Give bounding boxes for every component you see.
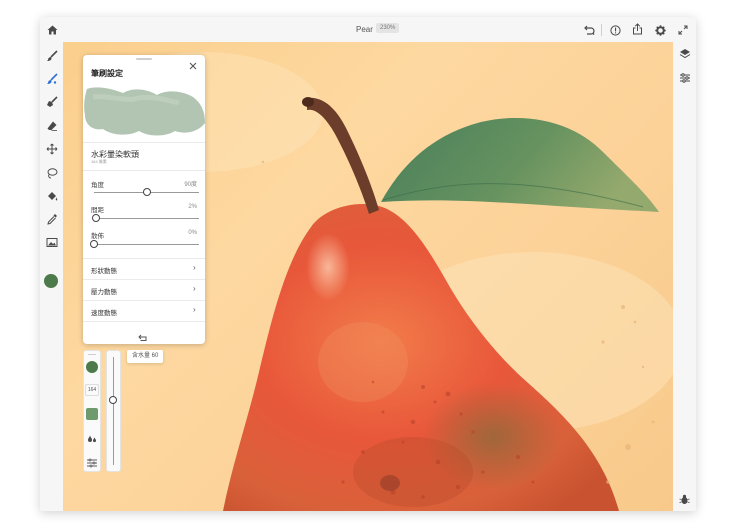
brush-settings-panel: 筆刷設定 水彩暈染軟頭 164 像素 角度 90度 間距 2% 散佈 0% 形狀… [83,55,205,344]
layers-icon[interactable] [673,45,696,63]
app-window: Pear 230% 筆刷設定 水彩暈染軟頭 164 像素 角度 90度 間距 2… [40,17,696,511]
paint-brush-tool-icon[interactable] [40,47,63,65]
scatter-value: 0% [188,230,197,236]
bug-report-icon[interactable] [673,490,696,508]
divider [83,258,205,259]
scatter-slider-knob[interactable] [90,240,98,248]
divider [83,279,205,280]
brush-stroke-preview [83,83,205,141]
share-icon[interactable] [630,22,644,36]
brush-size-label: 164 像素 [91,159,107,164]
scatter-slider[interactable] [94,244,199,245]
angle-value: 90度 [184,182,197,188]
transform-tool-icon[interactable] [40,140,63,158]
spacing-slider-knob[interactable] [92,214,101,222]
reset-icon[interactable] [138,329,148,347]
lasso-tool-icon[interactable] [40,164,63,182]
divider [83,321,205,322]
panel-drag-handle[interactable] [136,58,152,60]
watercolor-brush-tool-icon[interactable] [40,70,63,88]
divider [83,300,205,301]
slider-track [113,357,114,465]
fullscreen-icon[interactable] [676,23,690,37]
chevron-right-icon: › [193,263,196,272]
shape-dynamics-item[interactable]: 形狀動態 [91,265,117,275]
undo-icon[interactable] [582,23,596,37]
divider [83,170,205,171]
angle-label: 角度 [91,182,104,189]
water-slider-knob[interactable] [109,396,117,405]
eyedropper-tool-icon[interactable] [40,210,63,228]
water-amount-tooltip: 含水量 60 [127,350,164,363]
eraser-tool-icon[interactable] [40,117,63,135]
smudge-tool-icon[interactable] [40,93,63,111]
divider [83,142,205,143]
image-tool-icon[interactable] [40,233,63,251]
right-toolbar [673,42,696,511]
water-drops-icon[interactable] [86,431,98,443]
brush-color-button[interactable] [86,361,98,373]
document-title[interactable]: Pear [356,25,373,34]
fill-tool-icon[interactable] [40,187,63,205]
brush-opacity-button[interactable] [86,408,98,420]
drag-handle[interactable] [88,354,96,355]
zoom-level[interactable]: 230% [376,23,400,33]
spacing-value: 2% [188,204,197,210]
home-icon[interactable] [45,23,59,37]
help-icon[interactable] [608,23,622,37]
brush-size-button[interactable]: 164 [85,384,99,396]
water-amount-slider[interactable] [106,350,121,472]
panel-title: 筆刷設定 [91,69,123,78]
pressure-dynamics-item[interactable]: 壓力動態 [91,286,117,296]
top-toolbar: Pear 230% [40,17,696,43]
spacing-label: 間距 [91,207,104,214]
close-icon[interactable] [189,62,199,72]
toolbar-divider [601,24,602,36]
left-toolbar [40,42,63,511]
spacing-slider[interactable] [94,218,199,219]
current-color-swatch[interactable] [44,274,58,288]
scatter-label: 散佈 [91,233,104,240]
gear-icon[interactable] [653,23,667,37]
layer-properties-icon[interactable] [673,69,696,87]
brush-quick-tools: 164 [83,350,101,472]
brush-settings-icon[interactable] [86,455,98,468]
chevron-right-icon: › [193,284,196,293]
chevron-right-icon: › [193,305,196,314]
angle-slider-knob[interactable] [142,188,151,196]
velocity-dynamics-item[interactable]: 速度動態 [91,307,117,317]
